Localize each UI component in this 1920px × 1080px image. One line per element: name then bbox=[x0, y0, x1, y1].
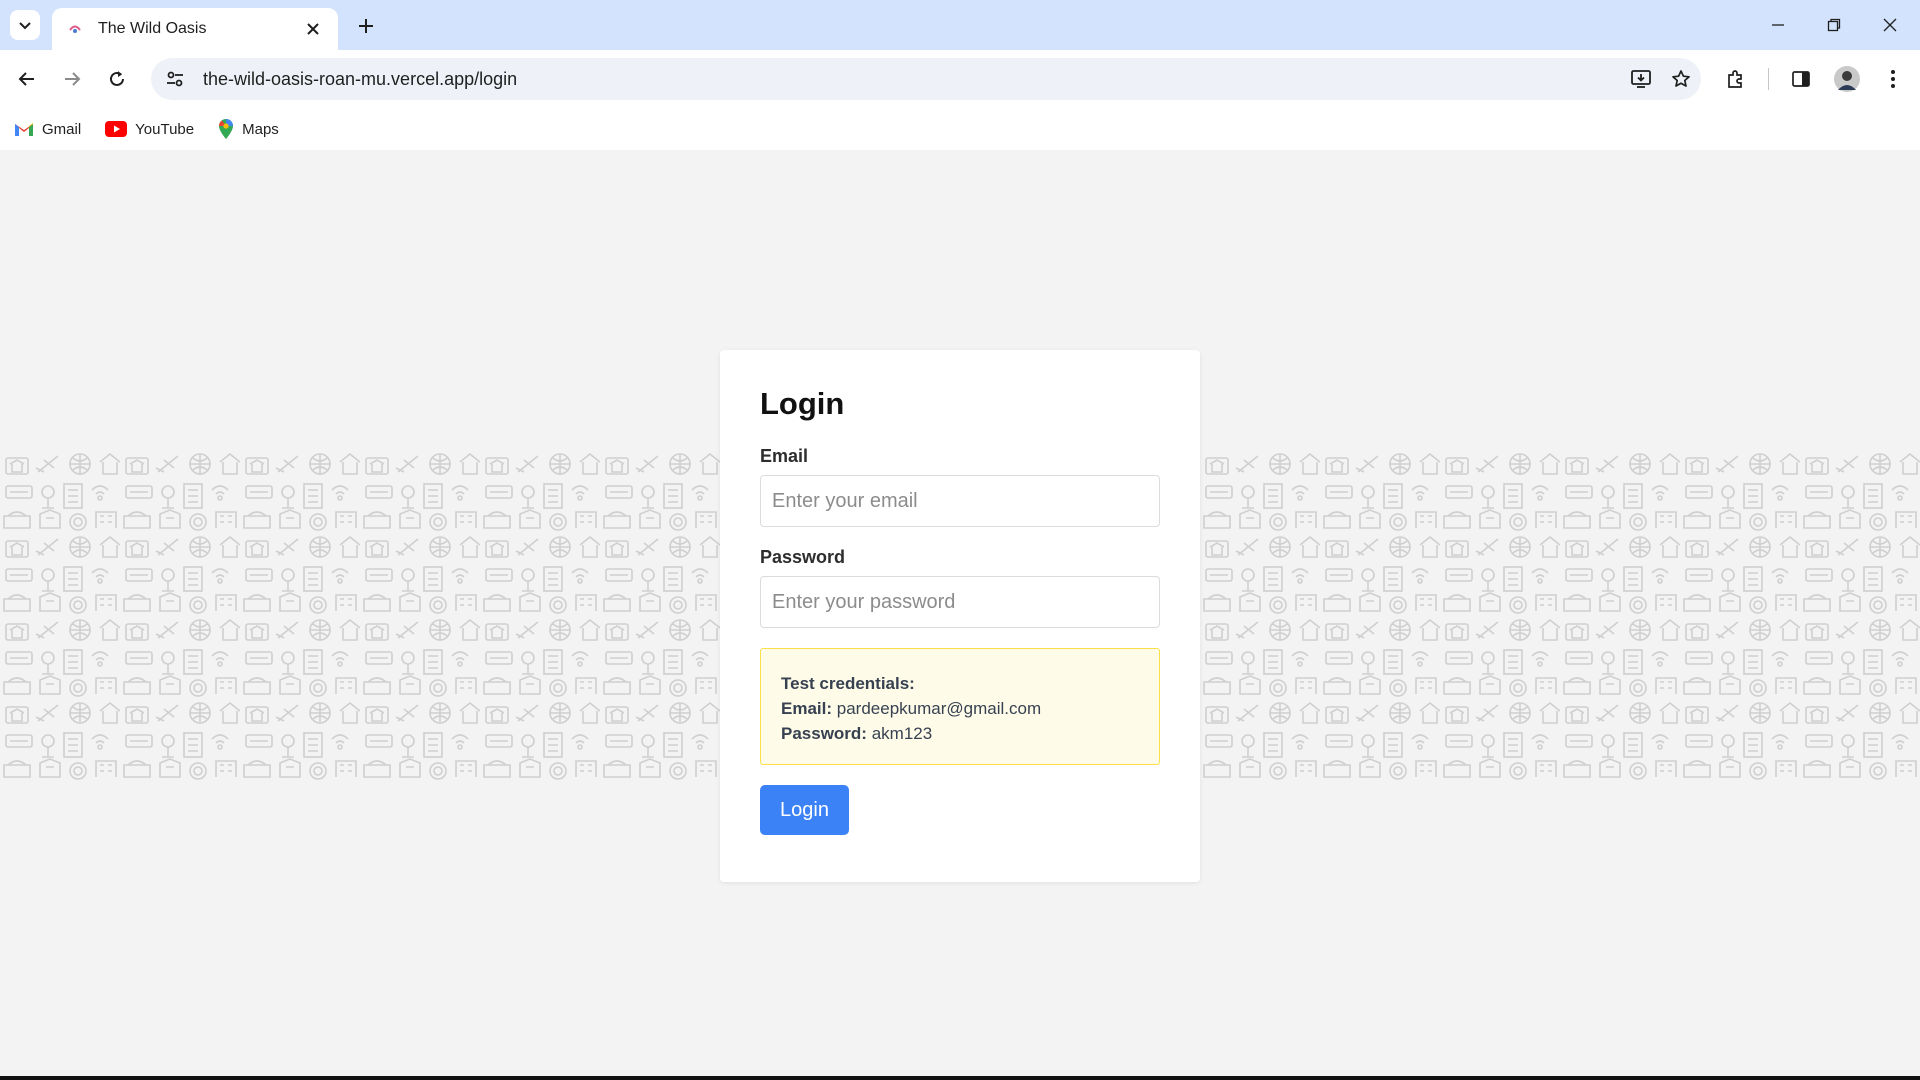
install-app-icon[interactable] bbox=[1621, 58, 1661, 100]
login-card: Login Email Password Test credentials: E… bbox=[720, 350, 1200, 882]
url-text[interactable]: the-wild-oasis-roan-mu.vercel.app/login bbox=[203, 69, 1621, 90]
tab-search-button[interactable] bbox=[10, 10, 40, 40]
reload-button[interactable] bbox=[100, 62, 134, 96]
back-button[interactable] bbox=[10, 62, 44, 96]
more-vertical-icon bbox=[1891, 70, 1895, 88]
tab-title: The Wild Oasis bbox=[98, 20, 207, 37]
arrow-left-icon bbox=[18, 72, 34, 86]
password-label: Password bbox=[760, 547, 846, 567]
test-credentials-box: Test credentials: Email: pardeepkumar@gm… bbox=[760, 648, 1160, 765]
minimize-icon bbox=[1772, 24, 1784, 26]
creds-password-value: akm123 bbox=[871, 724, 933, 743]
login-page: Login Email Password Test credentials: E… bbox=[0, 150, 1920, 1076]
creds-email-value: pardeepkumar@gmail.com bbox=[836, 699, 1042, 718]
creds-heading: Test credentials: bbox=[781, 674, 915, 693]
bookmarks-bar: Gmail YouTube Maps bbox=[0, 108, 1920, 150]
creds-password-label: Password: bbox=[781, 724, 867, 743]
side-panel-button[interactable] bbox=[1784, 62, 1818, 96]
bookmark-youtube[interactable]: YouTube bbox=[105, 121, 194, 138]
new-tab-button[interactable] bbox=[352, 12, 380, 40]
close-window-button[interactable] bbox=[1862, 0, 1918, 50]
puzzle-icon bbox=[1728, 70, 1742, 88]
reload-icon bbox=[110, 71, 124, 86]
site-favicon-icon bbox=[66, 20, 84, 38]
restore-button[interactable] bbox=[1806, 0, 1862, 50]
plus-icon bbox=[359, 19, 373, 33]
forward-button[interactable] bbox=[55, 62, 89, 96]
minimize-button[interactable] bbox=[1750, 0, 1806, 50]
site-settings-icon[interactable] bbox=[155, 58, 195, 100]
chevron-down-icon bbox=[19, 22, 31, 30]
browser-menu-button[interactable] bbox=[1876, 62, 1910, 96]
maps-icon bbox=[219, 119, 234, 139]
tab-close-icon[interactable] bbox=[302, 18, 324, 40]
restore-icon bbox=[1827, 18, 1841, 32]
bookmark-maps[interactable]: Maps bbox=[218, 119, 279, 139]
password-input[interactable] bbox=[760, 576, 1160, 628]
tab-strip: The Wild Oasis bbox=[0, 0, 1920, 50]
address-bar[interactable]: the-wild-oasis-roan-mu.vercel.app/login bbox=[151, 58, 1701, 100]
toolbar-divider bbox=[1768, 68, 1769, 90]
close-icon bbox=[1883, 18, 1897, 32]
side-panel-icon bbox=[1792, 71, 1810, 87]
arrow-right-icon bbox=[65, 72, 81, 86]
taskbar-edge bbox=[0, 1076, 1920, 1080]
bookmark-label: Maps bbox=[242, 120, 279, 138]
avatar-icon bbox=[1834, 66, 1860, 92]
email-label: Email bbox=[760, 446, 809, 466]
login-button[interactable]: Login bbox=[760, 785, 849, 835]
creds-email-label: Email: bbox=[781, 699, 833, 718]
youtube-icon bbox=[105, 121, 128, 137]
email-input[interactable] bbox=[760, 475, 1160, 527]
bookmark-label: YouTube bbox=[135, 120, 195, 138]
bookmark-gmail[interactable]: Gmail bbox=[14, 121, 81, 138]
bookmark-label: Gmail bbox=[42, 120, 82, 138]
profile-avatar[interactable] bbox=[1830, 62, 1864, 96]
extensions-button[interactable] bbox=[1718, 62, 1752, 96]
gmail-icon bbox=[15, 123, 33, 136]
browser-tab-active[interactable]: The Wild Oasis bbox=[52, 8, 338, 50]
login-title: Login bbox=[760, 386, 845, 421]
browser-toolbar: the-wild-oasis-roan-mu.vercel.app/login bbox=[0, 50, 1920, 108]
bookmark-star-icon[interactable] bbox=[1661, 58, 1701, 100]
